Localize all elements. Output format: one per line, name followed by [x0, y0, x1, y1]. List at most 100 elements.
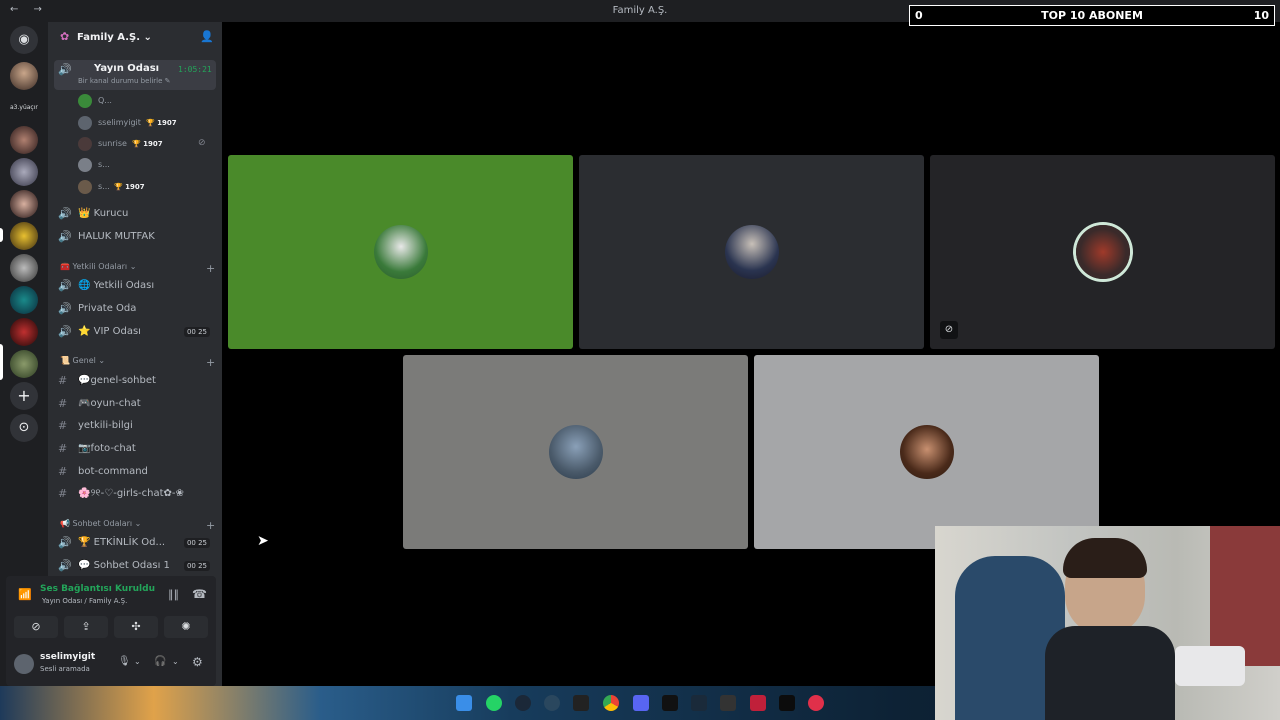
speaker-icon: 🔊	[58, 302, 72, 315]
add-channel-icon[interactable]: +	[206, 519, 215, 532]
voice-channel-sohbet-1[interactable]: 🔊 💬 Sohbet Odası 1 00 25	[54, 556, 216, 576]
video-tile[interactable]	[754, 355, 1099, 549]
category-yetkili[interactable]: 🧰 Yetkili Odaları ⌄ +	[60, 262, 215, 276]
hash-icon: #	[58, 419, 68, 432]
call-duration: 1:05:21	[178, 65, 212, 74]
steam-icon[interactable]	[515, 695, 531, 711]
user-limit-badge: 00 25	[183, 561, 210, 571]
server-icon[interactable]	[10, 254, 38, 282]
voice-channel-haluk-mutfak[interactable]: 🔊 HALUK MUTFAK	[54, 227, 216, 247]
start-icon[interactable]	[456, 695, 472, 711]
tiktok-icon[interactable]	[662, 695, 678, 711]
video-tile[interactable]	[403, 355, 748, 549]
voice-channel-yetkili[interactable]: 🔊 🌐 Yetkili Odası	[54, 276, 216, 296]
add-channel-icon[interactable]: +	[206, 262, 215, 275]
participant-avatar	[548, 425, 603, 479]
avatar	[78, 116, 92, 130]
voice-panel: 📶 Ses Bağlantısı Kuruldu Yayın Odası / F…	[6, 576, 216, 686]
current-user-status: Sesli aramada	[40, 665, 90, 673]
settings-icon[interactable]: ⚙	[192, 655, 203, 669]
user-limit-badge: 00 25	[183, 538, 210, 548]
chrome-icon[interactable]	[603, 695, 619, 711]
activities-icon: ✣	[131, 620, 141, 633]
epic-games-icon[interactable]	[573, 695, 589, 711]
camera-off-button[interactable]: ⊘	[14, 616, 58, 638]
category-sohbet[interactable]: 📢 Sohbet Odaları ⌄ +	[60, 519, 215, 533]
voice-channel-active[interactable]: 🔊 Yayın Odası 1:05:21 Bir kanal durumu b…	[54, 60, 216, 90]
shield-icon[interactable]	[720, 695, 736, 711]
text-channel[interactable]: # 🎮oyun-chat	[54, 394, 216, 414]
video-tile[interactable]	[228, 155, 573, 349]
speaker-icon: 🔊	[58, 230, 72, 243]
participant-avatar	[1075, 225, 1130, 279]
noise-suppression-icon[interactable]: ∥∥	[168, 588, 179, 601]
deafened-icon: ⊘	[940, 321, 958, 339]
participant-avatar	[899, 425, 954, 479]
text-channel[interactable]: # yetkili-bilgi	[54, 416, 216, 436]
chevron-down-icon[interactable]: ⌄	[172, 657, 179, 666]
hash-icon: #	[58, 487, 68, 500]
avatar	[78, 158, 92, 172]
video-tile[interactable]: ⊘	[930, 155, 1275, 349]
voice-subtitle: Yayın Odası / Family A.Ş.	[42, 597, 128, 605]
screen-share-icon: ⇪	[81, 620, 91, 633]
server-badge-icon: ✿	[60, 30, 70, 43]
camera-off-icon: ⊘	[31, 620, 41, 633]
video-tile[interactable]	[579, 155, 924, 349]
voice-channel-etkinlik[interactable]: 🔊 🏆 ETKİNLİK Od... 00 25	[54, 533, 216, 553]
hash-icon: #	[58, 374, 68, 387]
server-icon[interactable]	[10, 126, 38, 154]
screen-share-button[interactable]: ⇪	[64, 616, 108, 638]
server-icon[interactable]	[10, 286, 38, 314]
add-member-icon[interactable]: 👤	[200, 30, 214, 43]
server-icon[interactable]	[10, 158, 38, 186]
add-channel-icon[interactable]: +	[206, 356, 215, 369]
category-genel[interactable]: 📜 Genel ⌄ +	[60, 356, 215, 370]
add-server-icon[interactable]: +	[10, 382, 38, 410]
trophy-badge: 🏆 1907	[114, 183, 145, 191]
mouse-cursor-icon: ➤	[257, 533, 269, 549]
app-icon[interactable]	[750, 695, 766, 711]
steam-icon[interactable]	[544, 695, 560, 711]
disconnect-icon[interactable]: ☎	[192, 587, 207, 601]
headphones-icon[interactable]: 🎧	[154, 656, 166, 667]
voice-status[interactable]: Ses Bağlantısı Kuruldu	[40, 584, 155, 594]
server-header[interactable]: ✿ Family A.Ş. ⌄ 👤	[48, 22, 222, 54]
discord-icon[interactable]	[633, 695, 649, 711]
discover-icon[interactable]: ⊙	[10, 414, 38, 442]
hash-icon: #	[58, 442, 68, 455]
soundboard-icon: ✺	[181, 620, 191, 633]
obs-icon[interactable]	[808, 695, 824, 711]
voice-channel-private[interactable]: 🔊 Private Oda	[54, 299, 216, 319]
chevron-down-icon[interactable]: ⌄	[134, 657, 141, 666]
whatsapp-icon[interactable]	[486, 695, 502, 711]
server-icon[interactable]	[10, 318, 38, 346]
text-channel[interactable]: # 🌸୨୧-♡-girls-chat✿-❀	[54, 484, 216, 504]
terminal-icon[interactable]	[779, 695, 795, 711]
server-icon-active[interactable]	[10, 350, 38, 378]
text-channel[interactable]: # 📷foto-chat	[54, 439, 216, 459]
server-icon[interactable]	[10, 222, 38, 250]
text-channel[interactable]: # bot-command	[54, 462, 216, 482]
participant-avatar	[724, 225, 779, 279]
server-icon[interactable]	[10, 190, 38, 218]
microphone-icon[interactable]: 🎙	[118, 656, 131, 667]
avatar	[78, 180, 92, 194]
hash-icon: #	[58, 397, 68, 410]
server-icon[interactable]	[10, 62, 38, 90]
text-channel[interactable]: # 💬genel-sohbet	[54, 371, 216, 391]
current-user-name[interactable]: sselimyigit	[40, 652, 95, 662]
soundboard-button[interactable]: ✺	[164, 616, 208, 638]
channel-status[interactable]: Bir kanal durumu belirle ✎	[78, 77, 171, 85]
speaker-icon: 🔊	[58, 559, 72, 572]
discord-home-icon[interactable]: ◉	[10, 26, 38, 54]
voice-channel-vip[interactable]: 🔊 ⭐ VIP Odası 00 25	[54, 322, 216, 342]
activities-button[interactable]: ✣	[114, 616, 158, 638]
editor-icon[interactable]	[691, 695, 707, 711]
speaker-icon: 🔊	[58, 207, 72, 220]
voice-channel-kurucu[interactable]: 🔊 👑 Kurucu	[54, 204, 216, 224]
speaker-icon: 🔊	[58, 536, 72, 549]
user-avatar[interactable]	[14, 654, 34, 674]
server-label: a3.yüaçır	[10, 104, 38, 111]
participant-avatar	[373, 225, 428, 279]
